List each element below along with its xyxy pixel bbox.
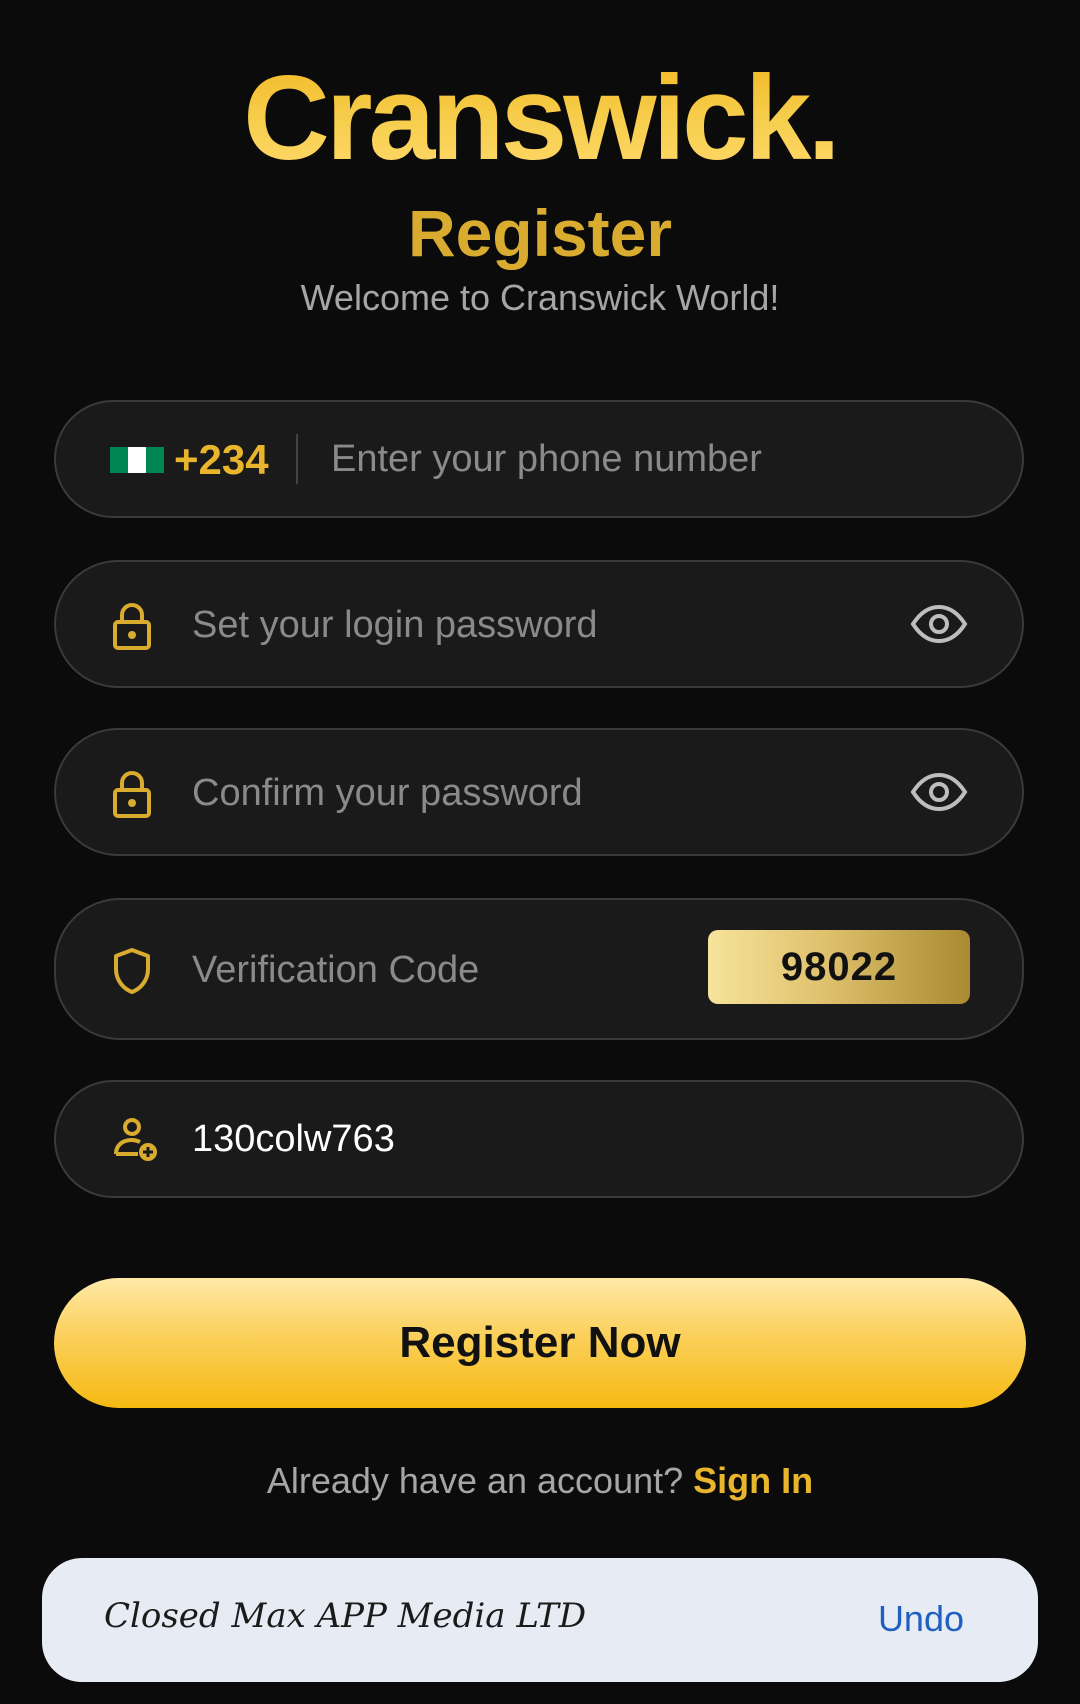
- verification-input-placeholder[interactable]: Verification Code: [192, 949, 479, 992]
- page-subtitle: Welcome to Cranswick World!: [300, 277, 780, 318]
- phone-input-placeholder[interactable]: Enter your phone number: [331, 438, 762, 481]
- invite-code-field[interactable]: 130colw763: [54, 1080, 1024, 1198]
- phone-field[interactable]: +234 Enter your phone number: [54, 400, 1024, 518]
- brand-logo: Cranswick.: [0, 58, 1080, 178]
- signin-prompt: Already have an account?: [266, 1460, 684, 1501]
- invite-code-input[interactable]: 130colw763: [192, 1118, 395, 1161]
- lock-icon: [113, 771, 151, 818]
- register-now-button[interactable]: Register Now: [54, 1278, 1026, 1408]
- captcha-code[interactable]: 98022: [708, 930, 970, 1004]
- confirm-password-field[interactable]: Confirm your password: [54, 728, 1024, 856]
- country-code[interactable]: +234: [174, 436, 269, 484]
- signin-prompt-row: Already have an account? Sign In: [0, 1460, 1080, 1502]
- eye-icon[interactable]: [910, 604, 968, 644]
- toast-snackbar: Closed Max APP Media LTD Undo: [42, 1558, 1038, 1682]
- confirm-password-input-placeholder[interactable]: Confirm your password: [192, 772, 583, 815]
- lock-icon: [113, 603, 151, 650]
- eye-icon[interactable]: [910, 772, 968, 812]
- nigeria-flag-icon: [110, 447, 164, 473]
- undo-button[interactable]: Undo: [878, 1598, 964, 1640]
- toast-message: Closed Max APP Media LTD: [104, 1596, 587, 1636]
- sign-in-link[interactable]: Sign In: [693, 1460, 813, 1501]
- field-divider: [296, 434, 298, 484]
- shield-icon: [114, 948, 150, 994]
- password-input-placeholder[interactable]: Set your login password: [192, 604, 598, 647]
- page-title: Register: [407, 196, 673, 270]
- add-user-icon: [114, 1118, 157, 1161]
- verification-field[interactable]: Verification Code 98022: [54, 898, 1024, 1040]
- password-field[interactable]: Set your login password: [54, 560, 1024, 688]
